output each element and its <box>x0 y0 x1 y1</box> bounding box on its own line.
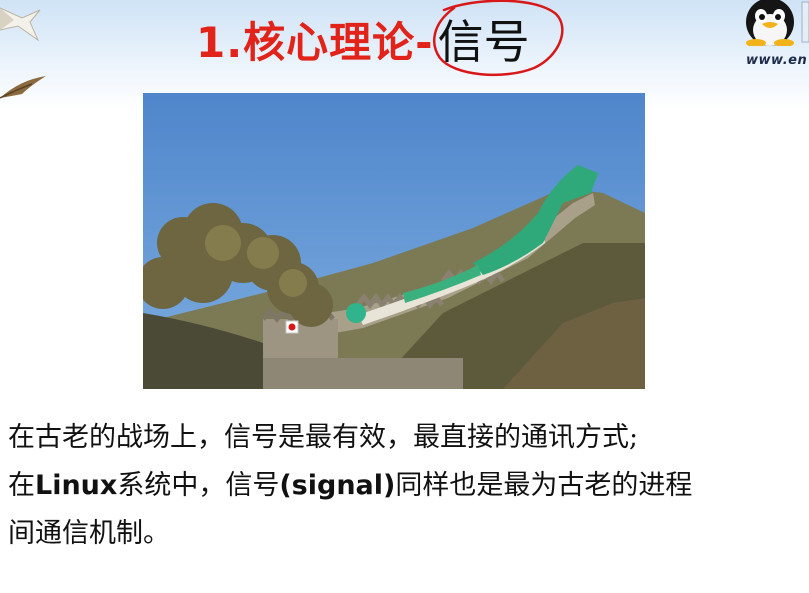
paragraph-line-1: 在古老的战场上，信号是最有效，最直接的通讯方式; <box>8 422 639 453</box>
title-highlight-group: 信号 <box>432 0 564 77</box>
line2-signal: (signal) <box>279 470 396 501</box>
slide-title: 1.核心理论- 信号 <box>196 0 564 77</box>
title-main: 1.核心理论- <box>196 17 434 67</box>
website-url: www.en <box>746 53 808 68</box>
bird-icon <box>0 76 46 99</box>
penguin-icon <box>746 0 809 46</box>
bird-icon <box>0 7 41 42</box>
paragraph-line-3: 间通信机制。 <box>8 518 170 549</box>
line2-linux: Linux <box>35 470 118 501</box>
line2-part-c: 系统中，信号 <box>117 470 280 501</box>
paragraph-line-2: 在Linux系统中，信号(signal)同样也是最为古老的进程 <box>8 462 803 510</box>
great-wall-photo <box>143 93 645 389</box>
title-highlight: 信号 <box>437 15 530 69</box>
slide: 1.核心理论- 信号 www.en 在古老的战场上，信号是最有效，最直接的通讯方… <box>0 0 809 593</box>
body-paragraph: 在古老的战场上，信号是最有效，最直接的通讯方式; 在Linux系统中，信号(si… <box>8 414 803 558</box>
cursor-icon <box>285 320 299 334</box>
line2-part-e: 同样也是最为古老的进程 <box>395 470 693 501</box>
line2-part-a: 在 <box>8 470 35 501</box>
